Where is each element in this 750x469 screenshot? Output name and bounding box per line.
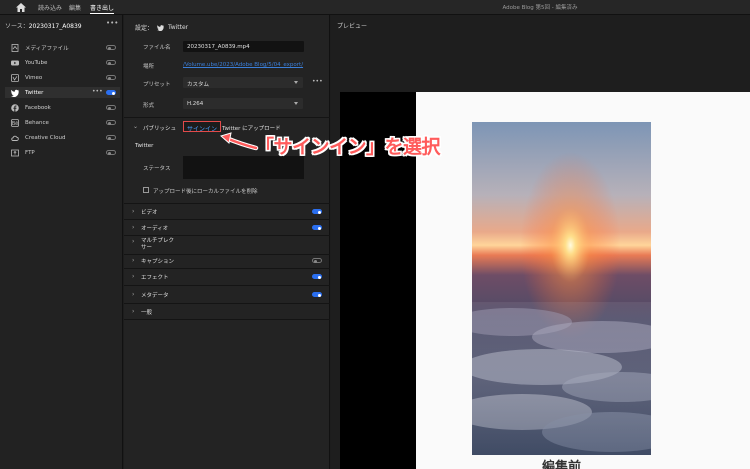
divider [124, 117, 330, 118]
delete-local-label: アップロード後にローカルファイルを削除 [153, 189, 258, 195]
sidebar-item-ftp[interactable]: FTP [5, 147, 120, 158]
sidebar-item-facebook[interactable]: Facebook [5, 102, 120, 113]
divider [124, 303, 330, 304]
divider [124, 268, 330, 269]
settings-target: Twitter [168, 24, 189, 31]
twitter-icon [157, 24, 164, 31]
toggle-captions[interactable] [312, 258, 322, 263]
section-label: マルチプレクサー [141, 238, 175, 251]
tab-export[interactable]: 書き出し [90, 3, 115, 14]
media-file-icon [11, 43, 19, 52]
section-video[interactable]: › ビデオ [132, 206, 324, 217]
source-header: ソース：20230317_A0839 [5, 21, 82, 30]
section-captions[interactable]: › キャプション [132, 255, 324, 266]
status-label: ステータス [143, 166, 171, 172]
section-label: エフェクト [141, 274, 169, 281]
section-label: ビデオ [141, 209, 158, 216]
twitter-icon [11, 89, 19, 97]
format-label: 形式 [143, 103, 155, 109]
section-multiplexer[interactable]: › マルチプレクサー [132, 238, 324, 252]
filename-field[interactable]: 20230317_A0839.mp4 [183, 41, 304, 52]
status-field[interactable] [183, 156, 304, 179]
toggle-vimeo[interactable] [106, 75, 116, 80]
divider [124, 319, 330, 320]
toggle-video[interactable] [312, 209, 322, 214]
toggle-facebook[interactable] [106, 105, 116, 110]
toggle-ftp[interactable] [106, 150, 116, 155]
preview-caption: 編集前 [541, 460, 581, 469]
toggle-youtube[interactable] [106, 60, 116, 65]
divider [124, 285, 330, 286]
chevron-right-icon: › [132, 291, 135, 298]
more-options-icon[interactable]: ••• [106, 19, 118, 27]
destination-sidebar: ソース：20230317_A0839 ••• メディアファイル YouTube … [0, 15, 123, 469]
upload-to-twitter-label: Twitter にアップロード [222, 126, 281, 132]
preset-select[interactable]: カスタム [183, 77, 303, 88]
source-value: 20230317_A0839 [28, 23, 82, 30]
toggle-creative-cloud[interactable] [106, 135, 116, 140]
section-label: オーディオ [141, 225, 169, 232]
divider [124, 235, 330, 236]
toggle-twitter[interactable] [106, 90, 116, 95]
chevron-right-icon: › [132, 257, 135, 264]
divider [124, 203, 330, 204]
sidebar-item-media-file[interactable]: メディアファイル [5, 42, 120, 53]
section-label: 一般 [141, 309, 153, 316]
format-select[interactable]: H.264 [183, 98, 303, 109]
sidebar-item-creative-cloud[interactable]: Creative Cloud [5, 132, 120, 143]
sidebar-item-vimeo[interactable]: Vimeo [5, 72, 120, 83]
toggle-behance[interactable] [106, 120, 116, 125]
settings-header: 設定： Twitter [135, 23, 188, 32]
chevron-down-icon[interactable]: ⌄ [133, 123, 142, 130]
toggle-audio[interactable] [312, 225, 322, 230]
chevron-right-icon: › [132, 224, 135, 231]
source-label: ソース： [5, 23, 29, 30]
tab-import[interactable]: 読み込み [38, 3, 62, 12]
filename-label: ファイル名 [143, 45, 171, 51]
section-label: メタデータ [141, 292, 169, 299]
toggle-metadata[interactable] [312, 292, 322, 297]
preset-more-icon[interactable]: ••• [312, 78, 323, 85]
home-icon[interactable] [16, 3, 26, 12]
document-title: Adobe Blog 第5回 - 編集済み [502, 5, 578, 11]
facebook-icon [11, 103, 19, 112]
chevron-right-icon: › [132, 273, 135, 280]
top-bar: 読み込み 編集 書き出し Adobe Blog 第5回 - 編集済み [0, 0, 750, 15]
creative-cloud-icon [11, 134, 19, 142]
preview-image [472, 122, 651, 455]
section-audio[interactable]: › オーディオ [132, 222, 324, 233]
section-general[interactable]: › 一般 [132, 306, 324, 317]
location-label: 場所 [143, 64, 155, 70]
preview-panel: プレビュー 編集前 [331, 15, 750, 469]
chevron-right-icon: › [132, 208, 135, 215]
publish-label: パブリッシュ [143, 126, 177, 132]
preset-label: プリセット [143, 82, 171, 88]
svg-text:Bē: Bē [12, 121, 19, 127]
divider [124, 219, 330, 220]
settings-label: 設定： [135, 25, 154, 32]
twitter-more-icon[interactable]: ••• [92, 88, 103, 95]
toggle-effects[interactable] [312, 274, 322, 279]
sidebar-item-youtube[interactable]: YouTube [5, 57, 120, 68]
twitter-section-label: Twitter [135, 143, 154, 149]
tab-edit[interactable]: 編集 [69, 3, 81, 12]
behance-icon: Bē [11, 118, 19, 127]
ftp-icon [11, 149, 19, 157]
sidebar-item-behance[interactable]: Bē Behance [5, 117, 120, 128]
section-label: キャプション [141, 258, 175, 265]
location-link[interactable]: /Volume.ube/2023/Adobe Blog/5/04_export/ [183, 62, 303, 68]
section-effects[interactable]: › エフェクト [132, 271, 324, 282]
delete-local-checkbox[interactable] [143, 187, 149, 193]
export-settings-panel: 設定： Twitter ファイル名 20230317_A0839.mp4 場所 … [124, 15, 330, 469]
sign-in-button[interactable]: サインイン [183, 121, 222, 133]
chevron-right-icon: › [132, 308, 135, 315]
youtube-icon [11, 59, 19, 67]
annotation-text: 「サインイン」を選択 [255, 136, 441, 158]
preview-header: プレビュー [337, 23, 368, 30]
vimeo-icon [11, 73, 19, 82]
sidebar-item-twitter[interactable]: Twitter ••• [5, 87, 120, 98]
chevron-right-icon: › [132, 238, 135, 245]
section-metadata[interactable]: › メタデータ [132, 289, 324, 300]
toggle-media-file[interactable] [106, 45, 116, 50]
